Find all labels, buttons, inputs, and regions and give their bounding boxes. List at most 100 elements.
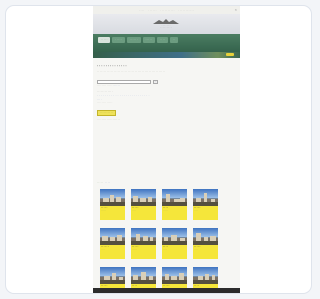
logo-mark-icon	[153, 19, 179, 24]
alphabet-letter-link[interactable]: ·	[111, 95, 112, 97]
more-link[interactable]: · · · ·	[97, 99, 236, 101]
search-row: ·	[97, 80, 236, 85]
alphabet-letter-link[interactable]: ·	[144, 95, 145, 97]
alphabet-letter-link[interactable]: ·	[122, 95, 123, 97]
gallery-card-info: · · · · · · · · · ·	[131, 245, 156, 259]
alphabet-letter-link[interactable]: ·	[109, 95, 110, 97]
main-content: · · · · · · · · · · · · · · · · · · · · …	[97, 64, 236, 121]
alphabet-letter-link[interactable]: ·	[149, 95, 150, 97]
top-link[interactable]: · · · · · · · · · ·	[160, 9, 174, 12]
alphabet-letter-link[interactable]: ·	[142, 95, 143, 97]
alphabet-letter-link[interactable]: ·	[101, 95, 102, 97]
search-hint-text: · · · · · · · · · · · · · ·	[97, 85, 114, 88]
top-link-bar: · · · · · · · · · · · · · · · · · · · · …	[93, 6, 240, 14]
gallery-card-image	[162, 267, 187, 284]
gallery-card[interactable]: · · · ·· · · ·	[162, 228, 187, 259]
nav-tab[interactable]: · ·	[169, 37, 179, 43]
gallery-card-info: · · · ·· · · · ·	[162, 206, 187, 220]
top-link[interactable]: · · · ·	[139, 9, 144, 12]
flag-icon	[226, 53, 234, 56]
nav-tab[interactable]: · · · · ·	[112, 37, 125, 43]
alphabet-letter-link[interactable]: ·	[118, 95, 119, 97]
gallery-card[interactable]: · · · · · · · · · ·	[100, 189, 125, 220]
gallery-card-image	[162, 228, 187, 245]
nav-tab[interactable]: · · · · · ·	[126, 37, 141, 43]
alphabet-letter-link[interactable]: ·	[107, 95, 108, 97]
alphabet-letter-link[interactable]: ·	[97, 95, 98, 97]
alphabet-letter-link[interactable]: ·	[136, 95, 137, 97]
alphabet-letter-link[interactable]: ·	[140, 95, 141, 97]
gallery-card[interactable]: · · · · · · · · · ·	[100, 228, 125, 259]
gallery-card[interactable]: · · · · · · · · · ·	[131, 228, 156, 259]
gallery-card-info: · · · · ·· · · ·	[193, 206, 218, 220]
gallery-tabs: · · · · · · · · ·	[97, 182, 110, 184]
gallery-card-info: · · · · ·· · · ·	[193, 245, 218, 259]
gallery-card-image	[193, 267, 218, 284]
close-icon[interactable]: ×	[235, 7, 237, 12]
top-link[interactable]: · · · · · ·	[148, 9, 156, 12]
gallery-card-image	[100, 267, 125, 284]
gallery-tab[interactable]: · · · · ·	[97, 182, 103, 184]
gallery-card-info: · · · · · · · · · ·	[100, 245, 125, 259]
alphabet-letter-link[interactable]: ·	[134, 95, 135, 97]
gallery-card-image	[193, 228, 218, 245]
gallery-card-subtitle: · · · ·	[101, 248, 105, 251]
footer-bar	[93, 288, 240, 293]
note-text: · · · · · · · · · · · · ·	[97, 101, 113, 104]
intro-text: · · · · · · · · · · · · · · · · · · · · …	[97, 71, 166, 73]
alphabet-letter-link[interactable]: ·	[99, 95, 100, 97]
alphabet-letter-link[interactable]: ·	[103, 95, 104, 97]
alphabet-letter-link[interactable]: ·	[128, 95, 129, 97]
gallery-card-subtitle: · · · ·	[194, 248, 198, 251]
alphabet-letter-link[interactable]: ·	[130, 95, 131, 97]
nav-decor-strip	[93, 52, 240, 58]
gallery-card[interactable]: · · · · ·· · · ·	[193, 189, 218, 220]
nav-tab-home[interactable]: · · · · ·	[98, 37, 111, 43]
alphabet-label: · · · · · · · · · · · ·	[97, 91, 113, 94]
nav-tab[interactable]: · · · ·	[156, 37, 168, 43]
gallery-grid: · · · · · · · · · · · · · · · · · · · · · · …	[100, 189, 234, 293]
gallery-card-info: · · · · ·· · · ·	[131, 206, 156, 220]
nav-tab[interactable]: · · · · ·	[142, 37, 155, 43]
search-hint-link[interactable]: · · · · ·	[114, 85, 120, 87]
alphabet-index: · · · · · · · · · · · · · · · · · · · · · · · · · ·	[97, 95, 189, 97]
gallery-card-image	[193, 189, 218, 206]
gallery-card-info: · · · ·· · · ·	[162, 245, 187, 259]
alphabet-letter-link[interactable]: ·	[124, 95, 125, 97]
gallery-card-image	[131, 267, 156, 284]
gallery-card[interactable]: · · · · ·· · · ·	[131, 189, 156, 220]
site-logo[interactable]: · · · · · · · · · · · · · · · ·	[131, 18, 201, 30]
gallery-card-image	[100, 228, 125, 245]
gallery-card-subtitle: · · · ·	[163, 248, 167, 251]
alphabet-letter-link[interactable]: ·	[114, 95, 115, 97]
gallery-tab[interactable]: · · · ·	[105, 182, 110, 184]
alphabet-letter-link[interactable]: ·	[138, 95, 139, 97]
main-navigation: · · · · · · · · · · · · · · · · · · · · …	[93, 34, 240, 58]
alphabet-letter-link[interactable]: ·	[105, 95, 106, 97]
alphabet-letter-link[interactable]: ·	[132, 95, 133, 97]
logo-subtext: · · · · · · · · ·	[160, 27, 172, 29]
alphabet-letter-link[interactable]: ·	[147, 95, 148, 97]
gallery-card[interactable]: · · · ·· · · · ·	[162, 189, 187, 220]
page-title: · · · · · · · · · · · · · ·	[97, 64, 127, 68]
search-button[interactable]: ·	[153, 80, 158, 85]
caption-text: · · · · · · · · · · · · · · · · · · ·	[97, 118, 120, 121]
top-link[interactable]: · · · · · · · · · · ·	[178, 9, 193, 12]
gallery-card-subtitle: · · · · ·	[101, 209, 106, 212]
gallery-card[interactable]: · · · · ·· · · ·	[193, 228, 218, 259]
site-banner: · · · · · · · · · · · · · · · ·	[93, 14, 240, 34]
alphabet-letter-link[interactable]: ·	[126, 95, 127, 97]
alphabet-letter-link[interactable]: ·	[120, 95, 121, 97]
website-page: · · · · · · · · · · · · · · · · · · · · …	[93, 6, 240, 293]
gallery-card-image	[131, 228, 156, 245]
gallery-card-image	[131, 189, 156, 206]
gallery-card-image	[100, 189, 125, 206]
yellow-action-button[interactable]: · · · · · · · · · ·	[97, 109, 116, 116]
gallery-card-info: · · · · · · · · · ·	[100, 206, 125, 220]
gallery-card-image	[162, 189, 187, 206]
gallery-card-subtitle: · · · · ·	[132, 248, 137, 251]
gallery-card-subtitle: · · · · ·	[163, 209, 168, 212]
gallery-card-subtitle: · · · ·	[194, 209, 198, 212]
alphabet-letter-link[interactable]: ·	[116, 95, 117, 97]
search-input[interactable]	[97, 80, 151, 85]
